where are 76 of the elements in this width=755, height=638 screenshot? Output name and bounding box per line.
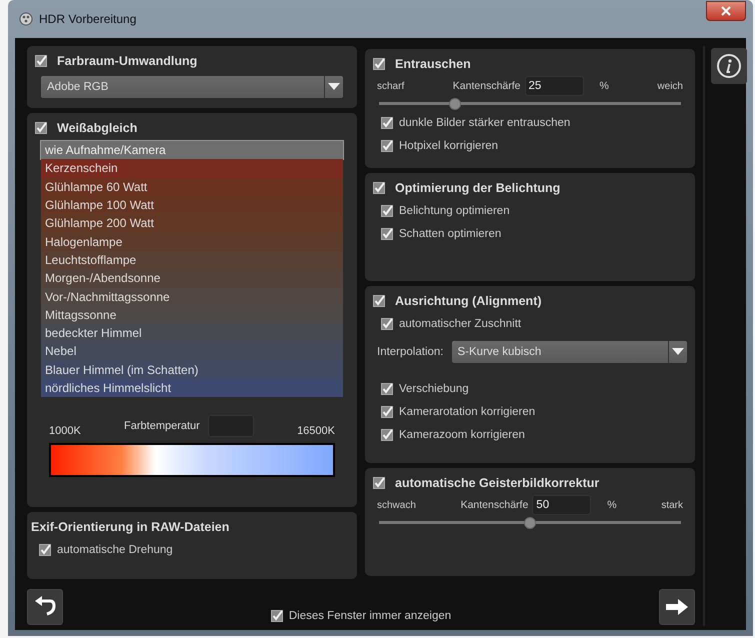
checkbox[interactable] <box>35 122 47 134</box>
checkbox[interactable] <box>39 544 51 556</box>
unit-label: % <box>607 499 617 511</box>
section-title: Farbraum-Umwandlung <box>57 54 198 68</box>
preset-item[interactable]: Blauer Himmel (im Schatten) <box>41 360 343 379</box>
option-label: Hotpixel korrigieren <box>399 140 498 152</box>
preset-item[interactable]: Kerzenschein <box>41 159 343 178</box>
checkbox[interactable] <box>381 228 393 240</box>
section-title: automatische Geisterbildkorrektur <box>395 476 600 490</box>
checkbox[interactable] <box>381 382 393 394</box>
preset-item[interactable]: Mittagssonne <box>41 306 343 324</box>
checkbox[interactable] <box>373 295 385 307</box>
slider-max-label: stark <box>661 500 683 510</box>
info-icon <box>716 53 742 79</box>
option-label: Kamerazoom korrigieren <box>399 428 525 440</box>
checkbox[interactable] <box>381 318 393 330</box>
preset-item[interactable]: Glühlampe 200 Watt <box>41 214 343 232</box>
info-button[interactable] <box>711 48 747 84</box>
preset-item[interactable]: Nebel <box>41 342 343 361</box>
min-temperature-label: 1000K <box>49 425 81 438</box>
close-button[interactable] <box>706 1 746 21</box>
arrow-right-icon <box>665 598 689 616</box>
section-title: Entrauschen <box>395 57 471 71</box>
checkbox[interactable] <box>381 140 393 152</box>
color-space-dropdown[interactable]: Adobe RGB <box>41 76 343 98</box>
slider-thumb[interactable] <box>448 98 460 110</box>
option-label: automatische Drehung <box>57 544 173 556</box>
preset-item[interactable]: Glühlampe 60 Watt <box>41 178 343 196</box>
checkbox[interactable] <box>373 477 385 489</box>
slider-max-label: weich <box>657 80 683 92</box>
option-label: Verschiebung <box>399 382 469 394</box>
value-field[interactable]: 25 <box>524 76 584 96</box>
checkbox[interactable] <box>373 182 385 194</box>
section-title: Weißabgleich <box>57 121 138 135</box>
undo-button[interactable] <box>27 589 63 625</box>
checkbox[interactable] <box>381 428 393 440</box>
slider-min-label: schwach <box>377 500 416 510</box>
preset-item[interactable]: Vor-/Nachmittagssonne <box>41 287 343 306</box>
section-title: Ausrichtung (Alignment) <box>395 294 542 308</box>
temperature-label: Farbtemperatur <box>124 420 200 432</box>
dropdown-arrow-icon <box>328 83 340 91</box>
next-button[interactable] <box>659 589 695 625</box>
preset-item[interactable]: Morgen-/Abendsonne <box>41 269 343 288</box>
slider-thumb[interactable] <box>524 517 536 529</box>
unit-label: % <box>600 80 609 92</box>
option-label: Belichtung optimieren <box>399 204 510 216</box>
max-temperature-label: 16500K <box>297 425 335 438</box>
value-field[interactable]: 50 <box>532 495 592 515</box>
checkbox[interactable] <box>381 116 393 128</box>
interpolation-label: Interpolation: <box>377 346 444 358</box>
preset-item[interactable]: Glühlampe 100 Watt <box>41 196 343 214</box>
section-title: Exif-Orientierung in RAW-Dateien <box>31 520 230 534</box>
field-label: Kantenschärfe <box>452 80 521 92</box>
section-title: Optimierung der Belichtung <box>395 181 560 195</box>
preset-item[interactable]: Leuchtstofflampe <box>41 250 343 270</box>
window-title: HDR Vorbereitung <box>39 12 136 26</box>
dropdown-arrow-icon <box>672 348 684 356</box>
field-label: Kantenschärfe <box>460 499 528 511</box>
checkbox[interactable] <box>35 55 47 67</box>
checkbox[interactable] <box>373 58 385 70</box>
option-label: Dieses Fenster immer anzeigen <box>288 610 452 622</box>
option-label: Schatten optimieren <box>399 228 502 240</box>
option-label: automatischer Zuschnitt <box>399 318 522 330</box>
option-label: Kamerarotation korrigieren <box>399 406 536 418</box>
checkbox[interactable] <box>270 610 283 622</box>
option-label: dunkle Bilder stärker entrauschen <box>399 116 570 128</box>
close-icon <box>721 6 731 16</box>
preset-item[interactable]: Halogenlampe <box>41 232 343 251</box>
interpolation-dropdown[interactable]: S-Kurve kubisch <box>452 341 687 363</box>
checkbox[interactable] <box>381 204 393 216</box>
app-icon <box>19 12 33 26</box>
preset-item[interactable]: nördliches Himmelslicht <box>41 378 343 398</box>
checkbox[interactable] <box>381 406 393 418</box>
preset-item[interactable]: bedeckter Himmel <box>41 324 343 342</box>
slider-min-label: scharf <box>377 80 404 92</box>
preset-item[interactable]: wie Aufnahme/Kamera <box>41 141 343 160</box>
